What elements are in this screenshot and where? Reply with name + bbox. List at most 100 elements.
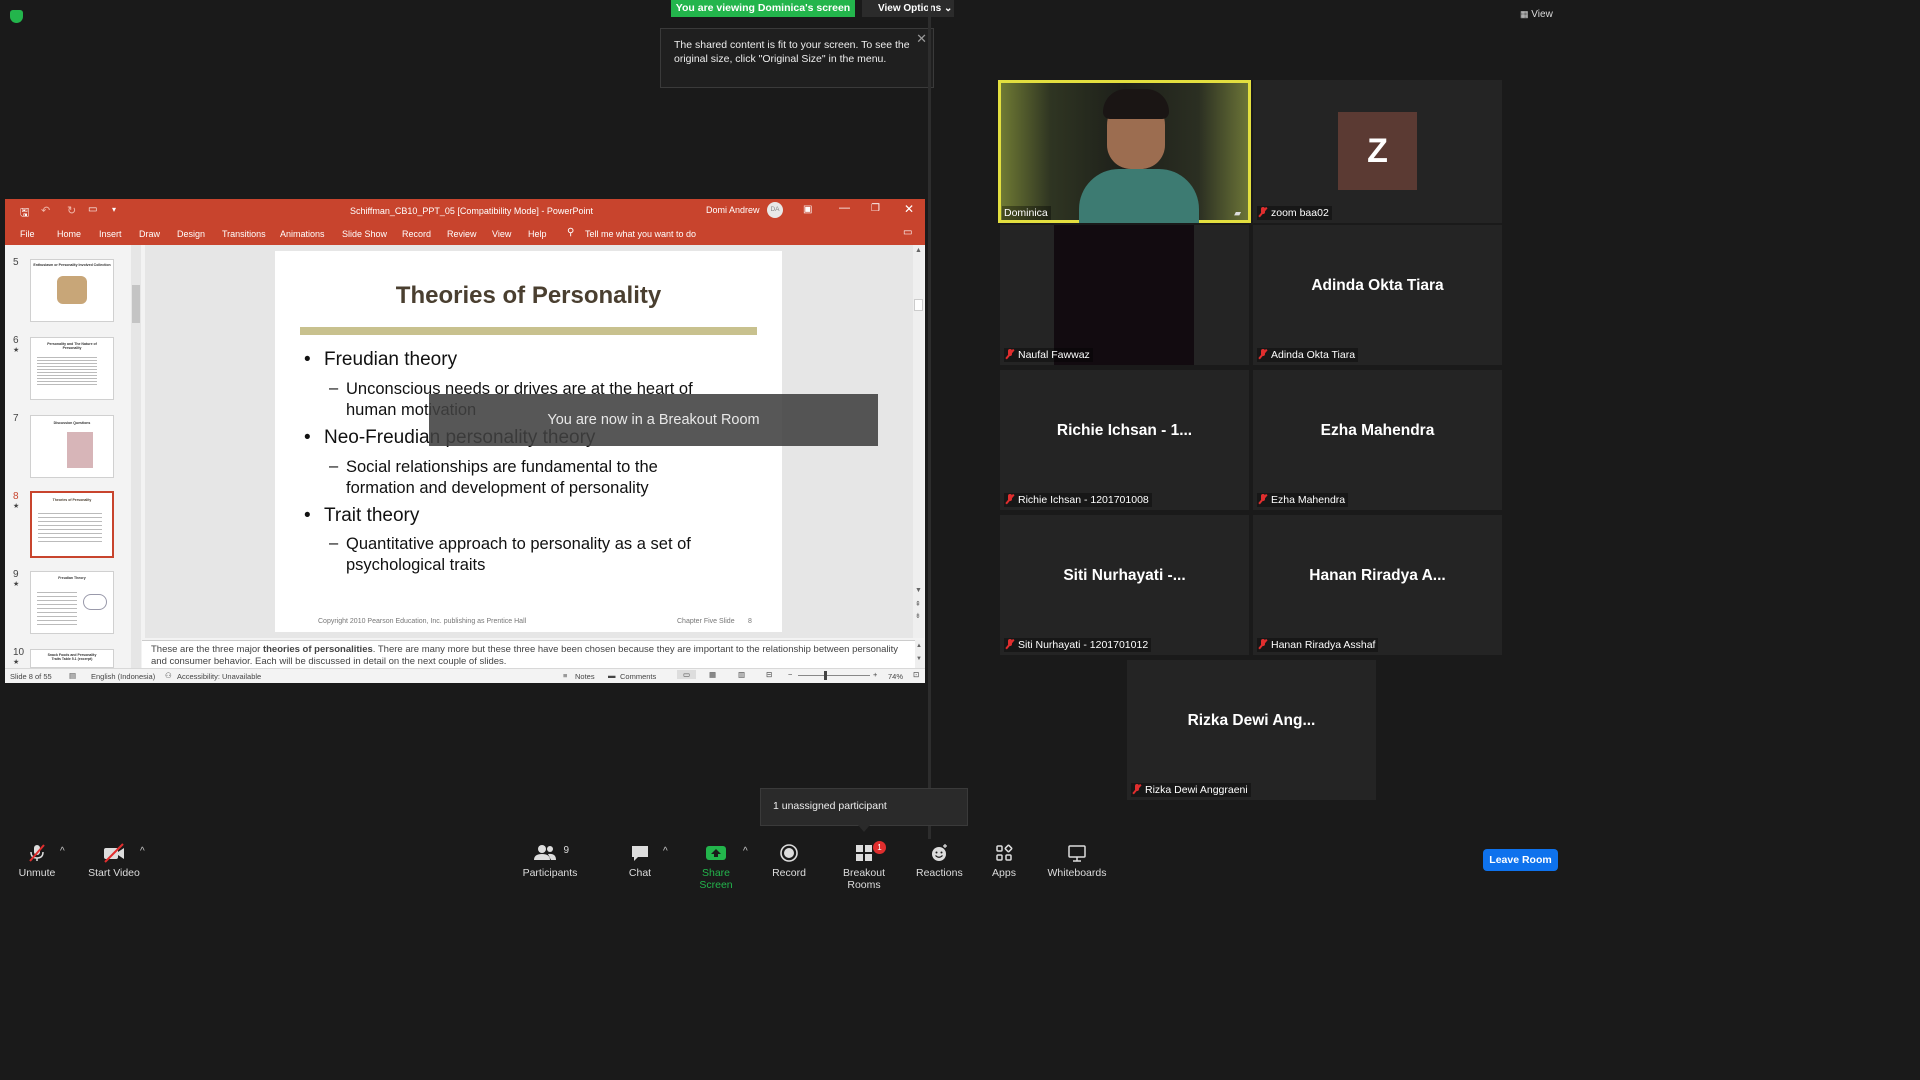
tab-animations[interactable]: Animations xyxy=(280,229,325,239)
prev-slide-icon[interactable]: ⇞ xyxy=(915,600,921,608)
slide-sorter-icon[interactable]: ▦ xyxy=(709,670,716,679)
view-options-label: View Options xyxy=(878,3,942,14)
tab-file[interactable]: File xyxy=(20,229,35,239)
tab-transitions[interactable]: Transitions xyxy=(222,229,266,239)
chat-button[interactable]: Chat xyxy=(625,843,655,879)
share-screen-button[interactable]: Share Screen xyxy=(686,843,746,891)
video-options-caret[interactable]: ^ xyxy=(140,846,145,857)
leave-room-button[interactable]: Leave Room xyxy=(1483,849,1558,871)
apps-button[interactable]: Apps xyxy=(990,843,1018,879)
tell-me-search[interactable]: Tell me what you want to do xyxy=(585,229,696,239)
scroll-down-icon[interactable]: ▼ xyxy=(916,656,922,662)
video-tile[interactable]: Siti Nurhayati -... Siti Nurhayati - 120… xyxy=(1000,515,1249,655)
notes-scrollbar[interactable]: ▲ ▼ xyxy=(915,640,925,668)
zoom-out-icon[interactable]: − xyxy=(788,670,792,679)
video-tile[interactable]: Z zoom baa02 xyxy=(1253,80,1502,223)
tab-draw[interactable]: Draw xyxy=(139,229,160,239)
tab-record[interactable]: Record xyxy=(402,229,431,239)
normal-view-icon[interactable]: ▭ xyxy=(677,670,697,679)
tab-design[interactable]: Design xyxy=(177,229,205,239)
fit-slide-icon[interactable]: ⊡ xyxy=(913,670,919,679)
ppt-user-avatar[interactable]: DA xyxy=(767,202,783,218)
share-options-caret[interactable]: ^ xyxy=(743,846,748,857)
scroll-up-icon[interactable]: ▲ xyxy=(916,643,922,649)
video-tile[interactable]: Rizka Dewi Ang... Rizka Dewi Anggraeni xyxy=(1127,660,1376,800)
reactions-button[interactable]: Reactions xyxy=(916,843,963,879)
slide-thumbnail[interactable]: Enthusiasm or Personality Involved Colle… xyxy=(30,259,114,322)
tab-view[interactable]: View xyxy=(492,229,511,239)
zoom-level[interactable]: 74% xyxy=(888,672,903,681)
spellcheck-icon[interactable]: ▤ xyxy=(69,671,76,680)
participant-name: Adinda Okta Tiara xyxy=(1257,348,1359,362)
unassigned-participant-popover[interactable]: 1 unassigned participant xyxy=(760,788,968,826)
muted-mic-icon xyxy=(1006,494,1014,504)
present-icon[interactable]: ▭ xyxy=(88,204,97,215)
close-window-icon[interactable]: ✕ xyxy=(904,202,914,216)
zoom-slider[interactable] xyxy=(798,675,870,676)
chat-options-caret[interactable]: ^ xyxy=(663,846,668,857)
accessibility-status[interactable]: Accessibility: Unavailable xyxy=(177,672,261,681)
comments-button[interactable]: Comments xyxy=(620,672,656,681)
video-tile-active-speaker[interactable]: Dominica ▰ xyxy=(998,80,1251,223)
view-options-button[interactable]: View Options ⌄ xyxy=(862,0,954,17)
scroll-down-icon[interactable]: ▼ xyxy=(915,587,922,594)
animation-star-icon: ★ xyxy=(13,347,20,354)
record-label: Record xyxy=(772,867,806,879)
audio-options-caret[interactable]: ^ xyxy=(60,846,65,857)
tab-review[interactable]: Review xyxy=(447,229,477,239)
slideshow-view-icon[interactable]: ⊟ xyxy=(766,670,772,679)
unmute-button[interactable]: Unmute xyxy=(14,843,60,879)
video-tile[interactable]: Hanan Riradya A... Hanan Riradya Asshaf xyxy=(1253,515,1502,655)
slide-thumbnail[interactable]: Discussion Questions xyxy=(30,415,114,478)
redo-icon[interactable]: ↻ xyxy=(67,204,76,217)
notes-button[interactable]: Notes xyxy=(575,672,595,681)
video-tile[interactable]: Adinda Okta Tiara Adinda Okta Tiara xyxy=(1253,225,1502,365)
record-button[interactable]: Record xyxy=(772,843,806,879)
splitter-handle[interactable] xyxy=(928,0,931,788)
language[interactable]: English (Indonesia) xyxy=(91,672,155,681)
participants-icon: 9 xyxy=(522,843,578,863)
zoom-slider-thumb[interactable] xyxy=(824,671,827,680)
participant-name: Ezha Mahendra xyxy=(1257,493,1349,507)
scroll-up-icon[interactable]: ▲ xyxy=(915,247,922,254)
reading-view-icon[interactable]: ▥ xyxy=(738,670,745,679)
thumbnails-scrollbar[interactable] xyxy=(131,245,141,668)
whiteboards-button[interactable]: Whiteboards xyxy=(1046,843,1108,879)
speaker-notes[interactable]: These are the three major theories of pe… xyxy=(142,640,915,668)
breakout-rooms-button[interactable]: 1 Breakout Rooms xyxy=(826,841,902,891)
participants-count: 9 xyxy=(563,845,569,856)
shield-icon[interactable] xyxy=(10,10,23,23)
ribbon-display-icon[interactable]: ▣ xyxy=(803,204,812,215)
ppt-status-bar: Slide 8 of 55 ▤ English (Indonesia) ⚇ Ac… xyxy=(5,668,925,683)
tab-slide-show[interactable]: Slide Show xyxy=(342,229,387,239)
video-tile[interactable]: Ezha Mahendra Ezha Mahendra xyxy=(1253,370,1502,510)
video-tile[interactable]: Naufal Fawwaz xyxy=(1000,225,1249,365)
save-icon[interactable]: 🖫 xyxy=(20,204,29,223)
comment-icon[interactable]: ▭ xyxy=(903,227,912,238)
participants-button[interactable]: 9 Participants xyxy=(522,843,578,879)
customize-qat-icon[interactable]: ▾ xyxy=(112,205,116,214)
video-tile[interactable]: Richie Ichsan - 1... Richie Ichsan - 120… xyxy=(1000,370,1249,510)
tab-help[interactable]: Help xyxy=(528,229,547,239)
next-slide-icon[interactable]: ⇟ xyxy=(915,612,921,620)
minimize-icon[interactable]: — xyxy=(839,202,850,214)
tab-home[interactable]: Home xyxy=(57,229,81,239)
ppt-user-name[interactable]: Domi Andrew xyxy=(706,205,760,215)
slide-thumbnail[interactable]: Freudian Theory xyxy=(30,571,114,634)
scrollbar-thumb[interactable] xyxy=(132,285,140,323)
participant-label: Adinda Okta Tiara xyxy=(1271,349,1356,361)
avatar: Z xyxy=(1338,112,1417,190)
undo-icon[interactable]: ↶ xyxy=(41,204,50,217)
restore-icon[interactable]: ❐ xyxy=(871,203,880,214)
slide-thumbnail[interactable]: Personality and The Nature of Personalit… xyxy=(30,337,114,400)
tab-insert[interactable]: Insert xyxy=(99,229,122,239)
canvas-scrollbar[interactable]: ▲ ▼ ⇞ ⇟ xyxy=(913,245,924,638)
thumb-image xyxy=(83,594,107,610)
slide-thumbnail-selected[interactable]: Theories of Personality xyxy=(30,491,114,558)
zoom-in-icon[interactable]: + xyxy=(873,670,877,679)
start-video-button[interactable]: Start Video xyxy=(86,843,142,879)
slide-thumbnail[interactable]: Snack Foods and Personality Traits Table… xyxy=(30,649,114,668)
view-button[interactable]: ▦ View xyxy=(1520,9,1553,20)
close-icon[interactable]: ✕ xyxy=(916,32,927,46)
scrollbar-thumb[interactable] xyxy=(914,299,923,311)
